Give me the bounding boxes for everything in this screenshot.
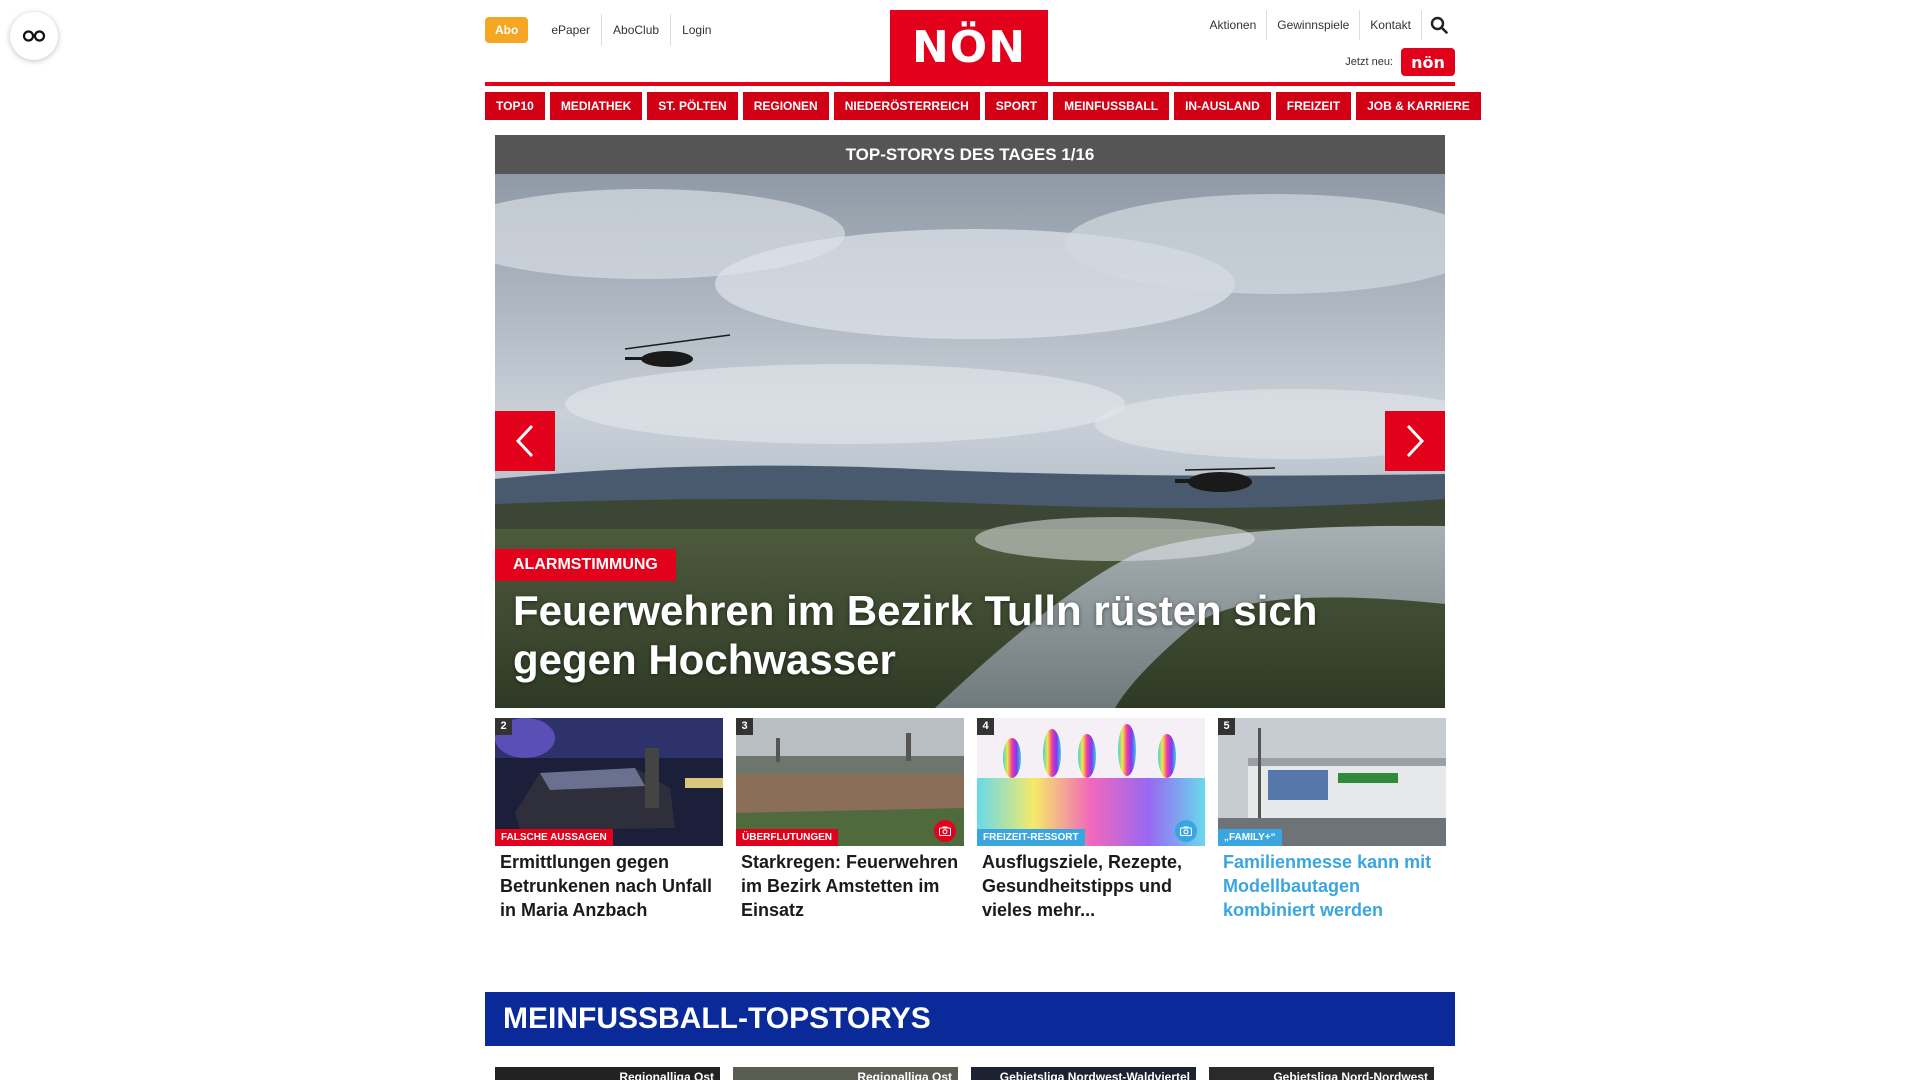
story-title[interactable]: Ausflugsziele, Rezepte, Gesundheitstipps… (977, 846, 1205, 922)
chevron-right-icon (1406, 424, 1425, 458)
story-title[interactable]: Ermittlungen gegen Betrunkenen nach Unfa… (495, 846, 723, 922)
story-card[interactable]: 4 FREIZEIT-RESSORT Ausflugsziele, Rezept… (977, 718, 1205, 922)
main-nav: TOP10 MEDIATHEK ST. PÖLTEN REGIONEN NIED… (485, 92, 1481, 120)
kontakt-link[interactable]: Kontakt (1359, 10, 1421, 40)
hero-tag: ALARMSTIMMUNG (495, 549, 676, 581)
meinfussball-header[interactable]: MEINFUSSBALL-TOPSTORYS (485, 992, 1455, 1046)
camera-icon (939, 826, 951, 836)
freizeit-image (977, 718, 1205, 846)
top-stories-header: TOP-STORYS DES TAGES 1/16 (495, 135, 1445, 174)
story-image: 2 FALSCHE AUSSAGEN (495, 718, 723, 846)
top-stories: TOP-STORYS DES TAGES 1/16 ALARMSTIMMUNG … (495, 135, 1446, 922)
nav-item-regionen[interactable]: REGIONEN (742, 92, 829, 120)
next-slide-button[interactable] (1385, 411, 1445, 471)
story-number: 3 (736, 718, 753, 735)
car-crash-image (495, 718, 723, 846)
chevron-left-icon (515, 424, 534, 458)
story-card[interactable]: 5 „FAMILY+“ Familienmesse kann mit Model… (1218, 718, 1446, 922)
glasses-icon (22, 30, 46, 42)
story-number: 5 (1218, 718, 1235, 735)
site-logo[interactable]: NÖN (890, 10, 1048, 84)
site-header: Abo ePaper AboClub Login NÖN Aktionen Ge… (485, 0, 1455, 86)
top-links: Abo ePaper AboClub Login (485, 14, 722, 46)
jetzt-neu-label: Jetzt neu: (1345, 56, 1393, 68)
league-label: Regionalliga Ost (857, 1070, 952, 1080)
jetzt-neu: Jetzt neu: nön (1345, 48, 1455, 76)
hero-slide[interactable]: ALARMSTIMMUNG Feuerwehren im Bezirk Tull… (495, 174, 1445, 708)
story-tag: FREIZEIT-RESSORT (977, 829, 1085, 846)
story-image: 5 „FAMILY+“ (1218, 718, 1446, 846)
story-card[interactable]: 3 ÜBERFLUTUNGEN Starkregen: Feuerwehren … (736, 718, 964, 922)
meinfussball-card[interactable]: Gebietsliga Nord-Nordwest (1209, 1067, 1434, 1080)
search-icon (1430, 16, 1448, 34)
utility-links: Aktionen Gewinnspiele Kontakt (1200, 10, 1455, 40)
login-link[interactable]: Login (670, 14, 722, 46)
nav-item-meinfussball[interactable]: MEINFUSSBALL (1053, 92, 1170, 120)
flood-image (736, 718, 964, 846)
nav-item-mediathek[interactable]: MEDIATHEK (549, 92, 643, 120)
story-tag: „FAMILY+“ (1218, 829, 1282, 846)
nav-item-freizeit[interactable]: FREIZEIT (1275, 92, 1352, 120)
story-tag: ÜBERFLUTUNGEN (736, 829, 838, 846)
abo-button[interactable]: Abo (485, 17, 529, 43)
nav-item-top10[interactable]: TOP10 (485, 92, 545, 120)
meinfussball-card[interactable]: Regionalliga Ost (495, 1067, 720, 1080)
story-image: 3 ÜBERFLUTUNGEN (736, 718, 964, 846)
nav-item-sport[interactable]: SPORT (984, 92, 1049, 120)
story-title[interactable]: Starkregen: Feuerwehren im Bezirk Amstet… (736, 846, 964, 922)
league-label: Gebietsliga Nordwest-Waldviertel (999, 1070, 1190, 1080)
epaper-link[interactable]: ePaper (540, 14, 601, 46)
prev-slide-button[interactable] (495, 411, 555, 471)
story-card[interactable]: 2 FALSCHE AUSSAGEN Ermittlungen gegen Be… (495, 718, 723, 922)
meinfussball-card[interactable]: Regionalliga Ost (733, 1067, 958, 1080)
nav-item-niederoesterreich[interactable]: NIEDERÖSTERREICH (833, 92, 980, 120)
story-title[interactable]: Familienmesse kann mit Modellbautagen ko… (1218, 846, 1446, 922)
aktionen-link[interactable]: Aktionen (1200, 10, 1267, 40)
search-button[interactable] (1421, 10, 1455, 40)
story-image: 4 FREIZEIT-RESSORT (977, 718, 1205, 846)
aboclub-link[interactable]: AboClub (601, 14, 670, 46)
league-label: Regionalliga Ost (619, 1070, 714, 1080)
hero-title[interactable]: Feuerwehren im Bezirk Tulln rüsten sich … (513, 586, 1413, 684)
messe-image (1218, 718, 1446, 846)
league-label: Gebietsliga Nord-Nordwest (1273, 1070, 1428, 1080)
gewinnspiele-link[interactable]: Gewinnspiele (1266, 10, 1359, 40)
nav-item-st-poelten[interactable]: ST. PÖLTEN (647, 92, 738, 120)
nav-item-job-karriere[interactable]: JOB & KARRIERE (1356, 92, 1481, 120)
gallery-badge (934, 820, 956, 842)
reader-view-button[interactable] (10, 12, 58, 60)
meinfussball-row: Regionalliga Ost Regionalliga Ost Gebiet… (495, 1067, 1445, 1080)
gallery-badge (1175, 820, 1197, 842)
meinfussball-card[interactable]: Gebietsliga Nordwest-Waldviertel (971, 1067, 1196, 1080)
story-number: 4 (977, 718, 994, 735)
nav-item-in-ausland[interactable]: IN-AUSLAND (1174, 92, 1271, 120)
story-cards: 2 FALSCHE AUSSAGEN Ermittlungen gegen Be… (495, 718, 1446, 922)
kleine-noen-badge[interactable]: nön (1401, 48, 1455, 76)
camera-icon (1180, 826, 1192, 836)
story-number: 2 (495, 718, 512, 735)
header-divider (485, 82, 1455, 86)
story-tag: FALSCHE AUSSAGEN (495, 829, 613, 846)
